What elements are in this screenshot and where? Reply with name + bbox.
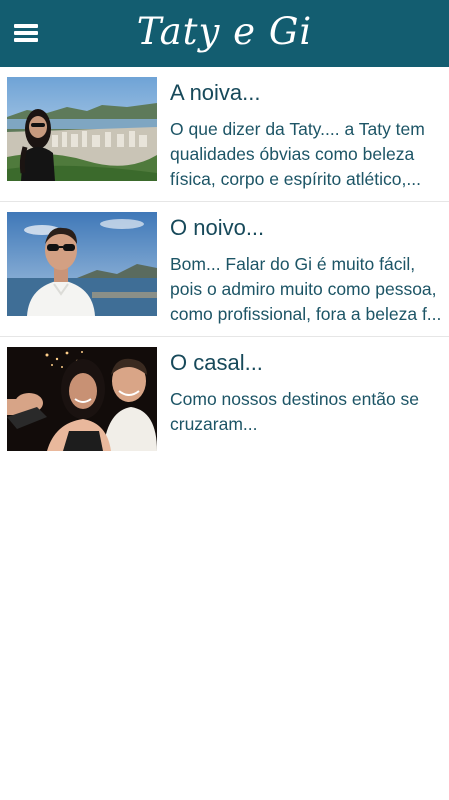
- post-excerpt: Como nossos destinos então se cruzaram..…: [170, 389, 420, 434]
- couple-photo[interactable]: [7, 347, 157, 451]
- bride-photo[interactable]: [7, 77, 157, 181]
- post-title: O casal...: [170, 350, 263, 375]
- post-item-bride[interactable]: A noiva... O que dizer da Taty.... a Tat…: [0, 67, 449, 202]
- post-list: A noiva... O que dizer da Taty.... a Tat…: [0, 67, 449, 471]
- post-item-couple[interactable]: O casal... Como nossos destinos então se…: [0, 337, 449, 471]
- app-title: Taty e Gi: [136, 10, 313, 53]
- app-header: Taty e Gi: [0, 0, 449, 67]
- groom-photo[interactable]: [7, 212, 157, 316]
- post-title: A noiva...: [170, 80, 261, 105]
- post-item-groom[interactable]: O noivo... Bom... Falar do Gi é muito fá…: [0, 202, 449, 337]
- post-title: O noivo...: [170, 215, 265, 240]
- post-excerpt: O que dizer da Taty.... a Taty tem quali…: [170, 119, 425, 189]
- post-excerpt: Bom... Falar do Gi é muito fácil, pois o…: [170, 254, 442, 324]
